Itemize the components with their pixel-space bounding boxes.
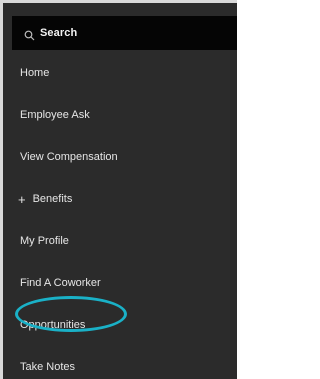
nav-item-opportunities[interactable]: Opportunities — [3, 311, 237, 339]
search-label: Search — [40, 27, 78, 39]
nav-item-label: Opportunities — [20, 319, 86, 331]
nav-item-view-compensation[interactable]: View Compensation — [3, 143, 237, 171]
nav-item-label: Find A Coworker — [20, 277, 101, 289]
search-bar[interactable]: Search — [12, 16, 237, 50]
nav-item-home[interactable]: Home — [3, 59, 237, 87]
nav-item-label: Employee Ask — [20, 109, 90, 121]
nav-item-find-a-coworker[interactable]: Find A Coworker — [3, 269, 237, 297]
sidebar-nav: Search Home Employee Ask View Compensati… — [0, 0, 237, 379]
search-icon — [24, 28, 35, 40]
nav-item-take-notes[interactable]: Take Notes — [3, 353, 237, 379]
nav-item-my-profile[interactable]: My Profile — [3, 227, 237, 255]
plus-icon[interactable]: + — [18, 193, 26, 206]
nav-item-label: My Profile — [20, 235, 69, 247]
nav-item-label: Take Notes — [20, 361, 76, 373]
nav-item-benefits[interactable]: + Benefits — [3, 185, 237, 213]
nav-item-label: View Compensation — [20, 151, 118, 163]
nav-item-label: Benefits — [32, 193, 73, 205]
nav-item-label: Home — [20, 67, 50, 79]
nav-item-employee-ask[interactable]: Employee Ask — [3, 101, 237, 129]
